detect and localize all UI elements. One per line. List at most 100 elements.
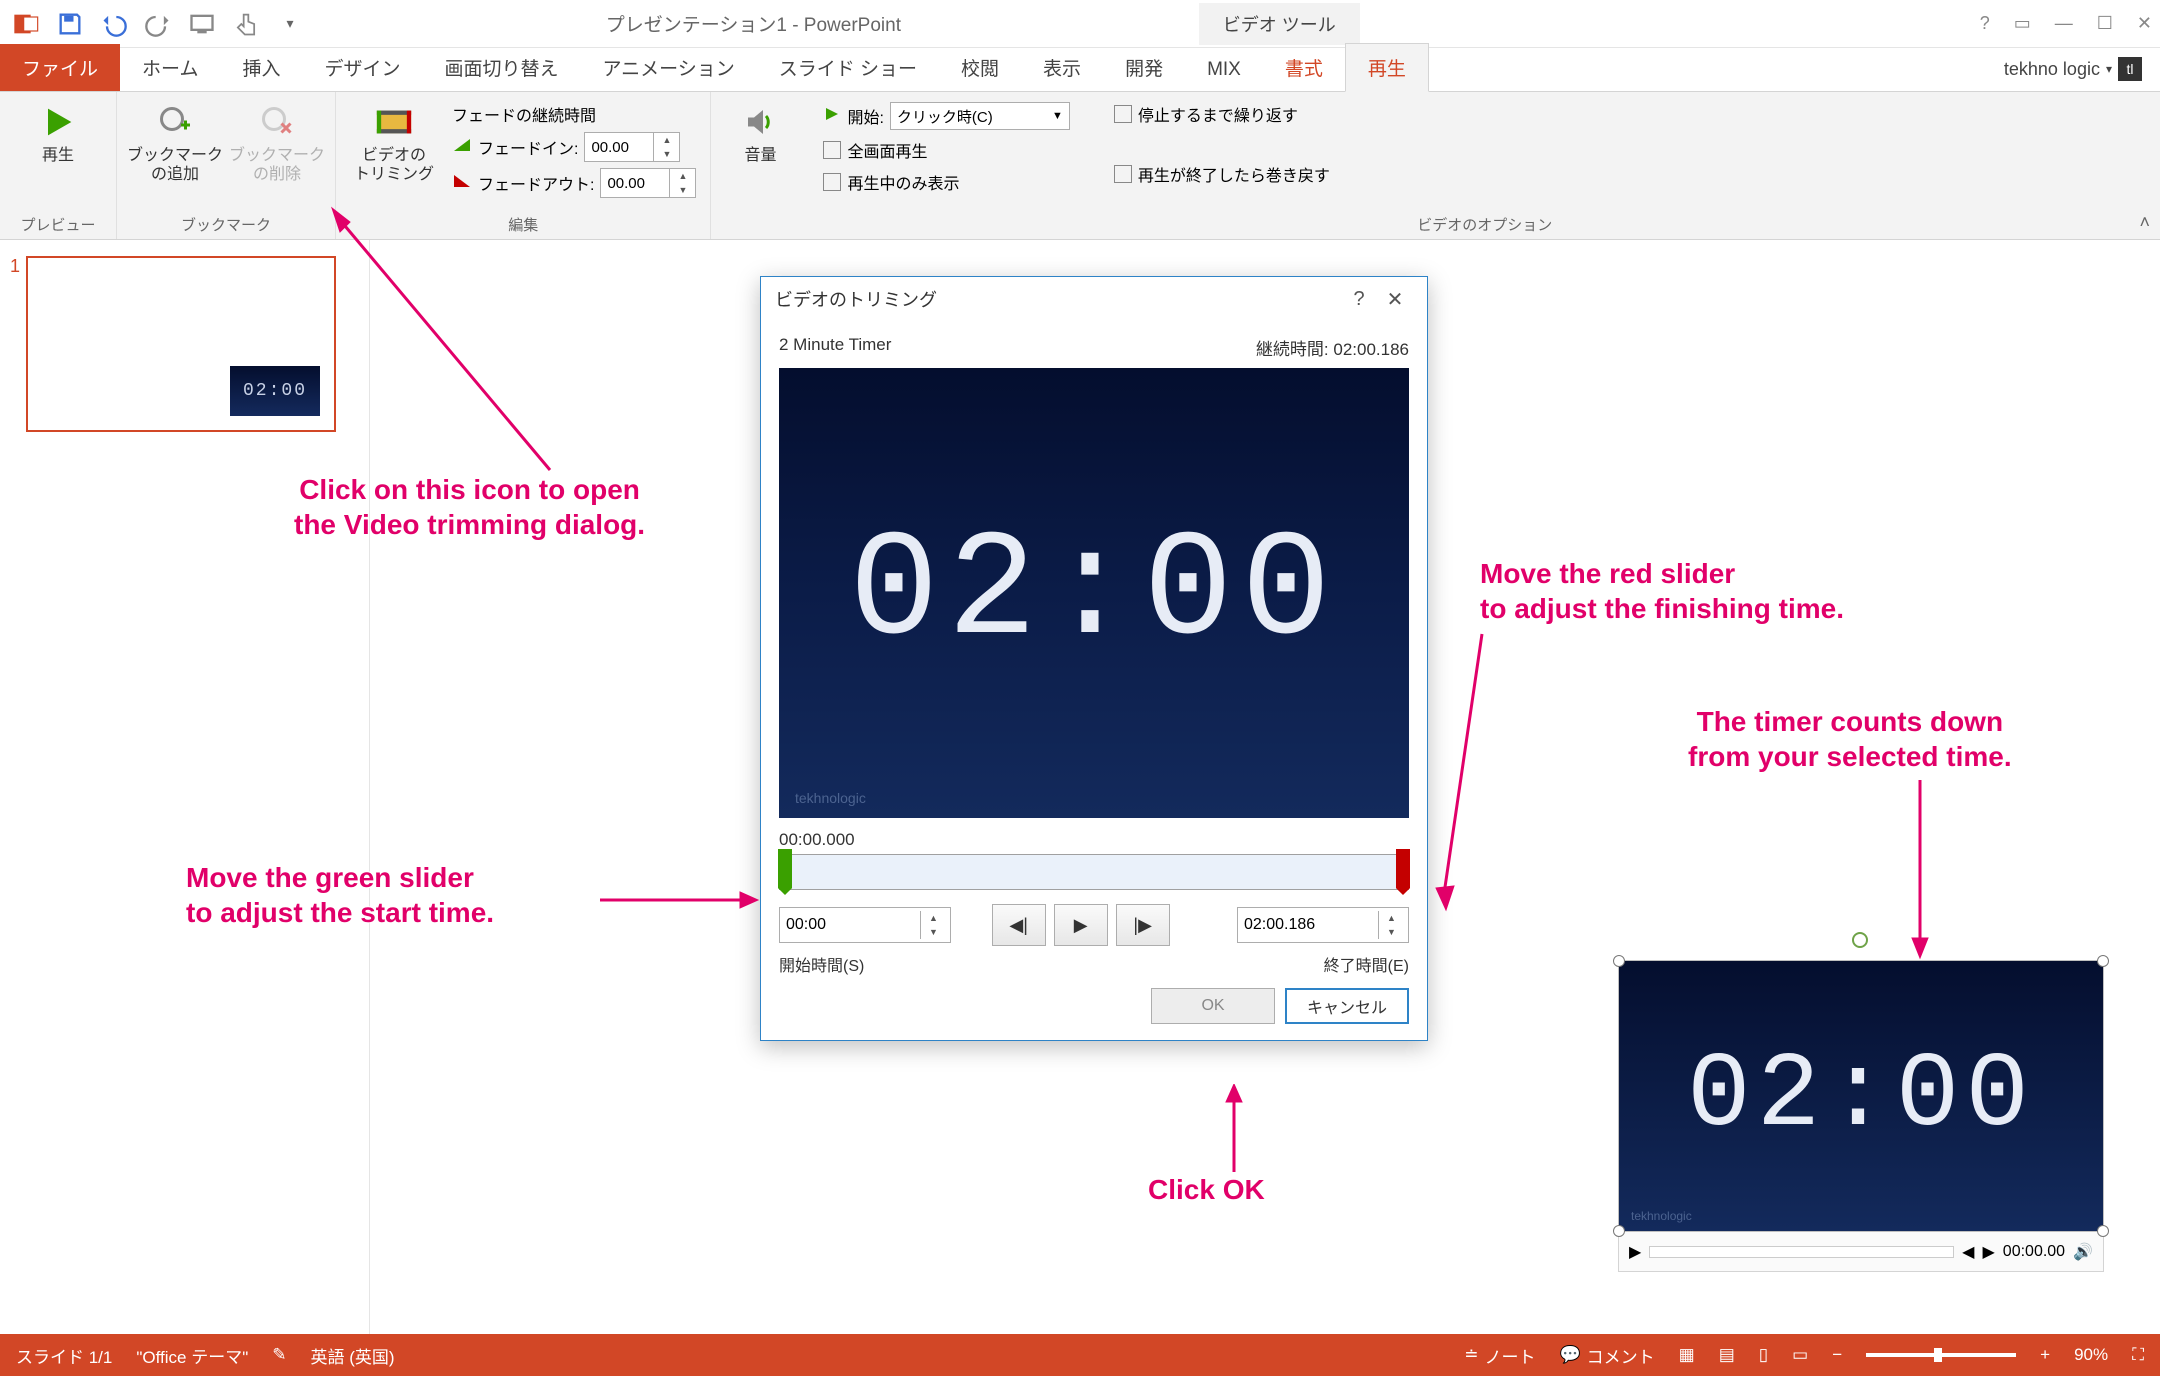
notes-button[interactable]: ≐ノート: [1464, 1343, 1535, 1368]
ok-button[interactable]: OK: [1151, 988, 1275, 1024]
tab-transitions[interactable]: 画面切り替え: [422, 44, 580, 91]
spellcheck-icon[interactable]: ✎: [272, 1345, 286, 1365]
dialog-close-icon[interactable]: ✕: [1377, 287, 1413, 312]
start-slider[interactable]: [778, 849, 792, 895]
loop-checkbox[interactable]: [1114, 105, 1132, 123]
tab-view[interactable]: 表示: [1021, 44, 1103, 91]
sv-prev-icon[interactable]: ◀: [1962, 1242, 1974, 1262]
loop-label: 停止するまで繰り返す: [1138, 102, 1298, 126]
selection-handle[interactable]: [1613, 1225, 1625, 1237]
tab-slideshow[interactable]: スライド ショー: [757, 44, 939, 91]
tab-animations[interactable]: アニメーション: [581, 44, 757, 91]
up-icon[interactable]: ▲: [670, 169, 695, 183]
zoom-in-icon[interactable]: +: [2040, 1345, 2050, 1365]
group-label-bookmark: ブックマーク: [117, 214, 335, 235]
sv-track[interactable]: [1649, 1246, 1954, 1258]
down-icon[interactable]: ▼: [654, 147, 679, 161]
trim-track[interactable]: [779, 854, 1409, 890]
slide-video-watermark: tekhnologic: [1631, 1209, 1692, 1223]
status-bar: スライド 1/1 "Office テーマ" ✎ 英語 (英国) ≐ノート 💬コメ…: [0, 1334, 2160, 1376]
collapse-ribbon-icon[interactable]: ˄: [2139, 212, 2150, 233]
sv-next-icon[interactable]: ▶: [1982, 1242, 1994, 1262]
start-time-spinner[interactable]: ▲▼: [779, 907, 951, 943]
cancel-button[interactable]: キャンセル: [1285, 988, 1409, 1024]
fade-out-icon: [452, 173, 472, 194]
tab-insert[interactable]: 挿入: [220, 44, 302, 91]
play-button[interactable]: 再生: [14, 98, 102, 215]
account-label[interactable]: tekhno logic ▾ tl: [1986, 47, 2160, 91]
selection-handle[interactable]: [2097, 1225, 2109, 1237]
view-normal-icon[interactable]: ▦: [1679, 1345, 1695, 1365]
end-time-spinner[interactable]: ▲▼: [1237, 907, 1409, 943]
redo-icon[interactable]: [140, 6, 176, 42]
fade-out-spinner[interactable]: ▲▼: [600, 168, 696, 198]
fade-in-input[interactable]: [585, 133, 653, 161]
fade-out-input[interactable]: [601, 169, 669, 197]
status-language[interactable]: 英語 (英国): [311, 1343, 395, 1368]
ribbon-group-preview: 再生 プレビュー: [0, 92, 117, 239]
sv-volume-icon[interactable]: 🔊: [2073, 1242, 2093, 1262]
zoom-level[interactable]: 90%: [2074, 1345, 2108, 1365]
selection-handle[interactable]: [2097, 955, 2109, 967]
up-icon[interactable]: ▲: [1379, 911, 1404, 925]
zoom-out-icon[interactable]: −: [1832, 1345, 1842, 1365]
rewind-checkbox[interactable]: [1114, 165, 1132, 183]
app-icon: [8, 6, 44, 42]
qat-more-icon[interactable]: ▾: [272, 6, 308, 42]
up-icon[interactable]: ▲: [654, 133, 679, 147]
ribbon-group-bookmark: ブックマーク の追加 ブックマーク の削除 ブックマーク: [117, 92, 336, 239]
hide-while-not-playing-checkbox[interactable]: [823, 173, 841, 191]
fit-to-window-icon[interactable]: ⛶: [2132, 1345, 2144, 1365]
prev-frame-button[interactable]: ◀|: [992, 904, 1046, 946]
view-slideshow-icon[interactable]: ▭: [1792, 1345, 1808, 1365]
sv-position: 00:00.00: [2003, 1243, 2065, 1261]
tab-file[interactable]: ファイル: [0, 44, 120, 91]
sv-play-icon[interactable]: ▶: [1629, 1242, 1641, 1262]
rotate-handle[interactable]: [1852, 932, 1868, 948]
close-icon[interactable]: ✕: [2137, 13, 2152, 34]
slide-video-object[interactable]: 02:00 tekhnologic ▶ ◀ ▶ 00:00.00 🔊: [1618, 960, 2104, 1272]
trim-video-button[interactable]: ビデオの トリミング: [350, 98, 438, 215]
ribbon-display-icon[interactable]: ▭: [2014, 13, 2031, 34]
slide-thumbnail-1[interactable]: 1 02:00: [10, 256, 359, 432]
help-icon[interactable]: ?: [1980, 13, 1990, 34]
down-icon[interactable]: ▼: [1379, 925, 1404, 939]
down-icon[interactable]: ▼: [921, 925, 946, 939]
end-time-input[interactable]: [1238, 908, 1378, 942]
fade-in-spinner[interactable]: ▲▼: [584, 132, 680, 162]
selection-handle[interactable]: [1613, 955, 1625, 967]
minimize-icon[interactable]: —: [2055, 13, 2073, 34]
fullscreen-checkbox[interactable]: [823, 141, 841, 159]
end-slider[interactable]: [1396, 849, 1410, 895]
tab-review[interactable]: 校閲: [939, 44, 1021, 91]
dialog-help-icon[interactable]: ?: [1341, 288, 1377, 311]
zoom-slider[interactable]: [1866, 1353, 2016, 1357]
touch-mode-icon[interactable]: [228, 6, 264, 42]
annotation-green: Move the green slider to adjust the star…: [186, 860, 494, 930]
undo-icon[interactable]: [96, 6, 132, 42]
add-bookmark-button[interactable]: ブックマーク の追加: [131, 98, 219, 215]
save-icon[interactable]: [52, 6, 88, 42]
tab-mix[interactable]: MIX: [1185, 49, 1263, 91]
view-sorter-icon[interactable]: ▤: [1719, 1345, 1735, 1365]
quick-access-toolbar: ▾: [8, 6, 308, 42]
tab-home[interactable]: ホーム: [120, 44, 220, 91]
comments-button[interactable]: 💬コメント: [1559, 1343, 1654, 1368]
down-icon[interactable]: ▼: [670, 183, 695, 197]
view-reading-icon[interactable]: ▯: [1759, 1345, 1768, 1365]
next-frame-button[interactable]: |▶: [1116, 904, 1170, 946]
start-option-select[interactable]: クリック時(C)▼: [890, 102, 1070, 130]
status-theme: "Office テーマ": [136, 1343, 248, 1368]
maximize-icon[interactable]: ☐: [2097, 13, 2113, 34]
volume-button[interactable]: 音量: [725, 98, 795, 215]
start-time-input[interactable]: [780, 908, 920, 942]
trim-icon: [374, 102, 414, 142]
up-icon[interactable]: ▲: [921, 911, 946, 925]
tab-playback[interactable]: 再生: [1345, 43, 1429, 92]
tab-format[interactable]: 書式: [1263, 44, 1345, 91]
tab-developer[interactable]: 開発: [1103, 44, 1185, 91]
status-slide-count[interactable]: スライド 1/1: [16, 1343, 112, 1368]
play-preview-button[interactable]: ▶: [1054, 904, 1108, 946]
start-from-beginning-icon[interactable]: [184, 6, 220, 42]
tab-design[interactable]: デザイン: [302, 44, 422, 91]
